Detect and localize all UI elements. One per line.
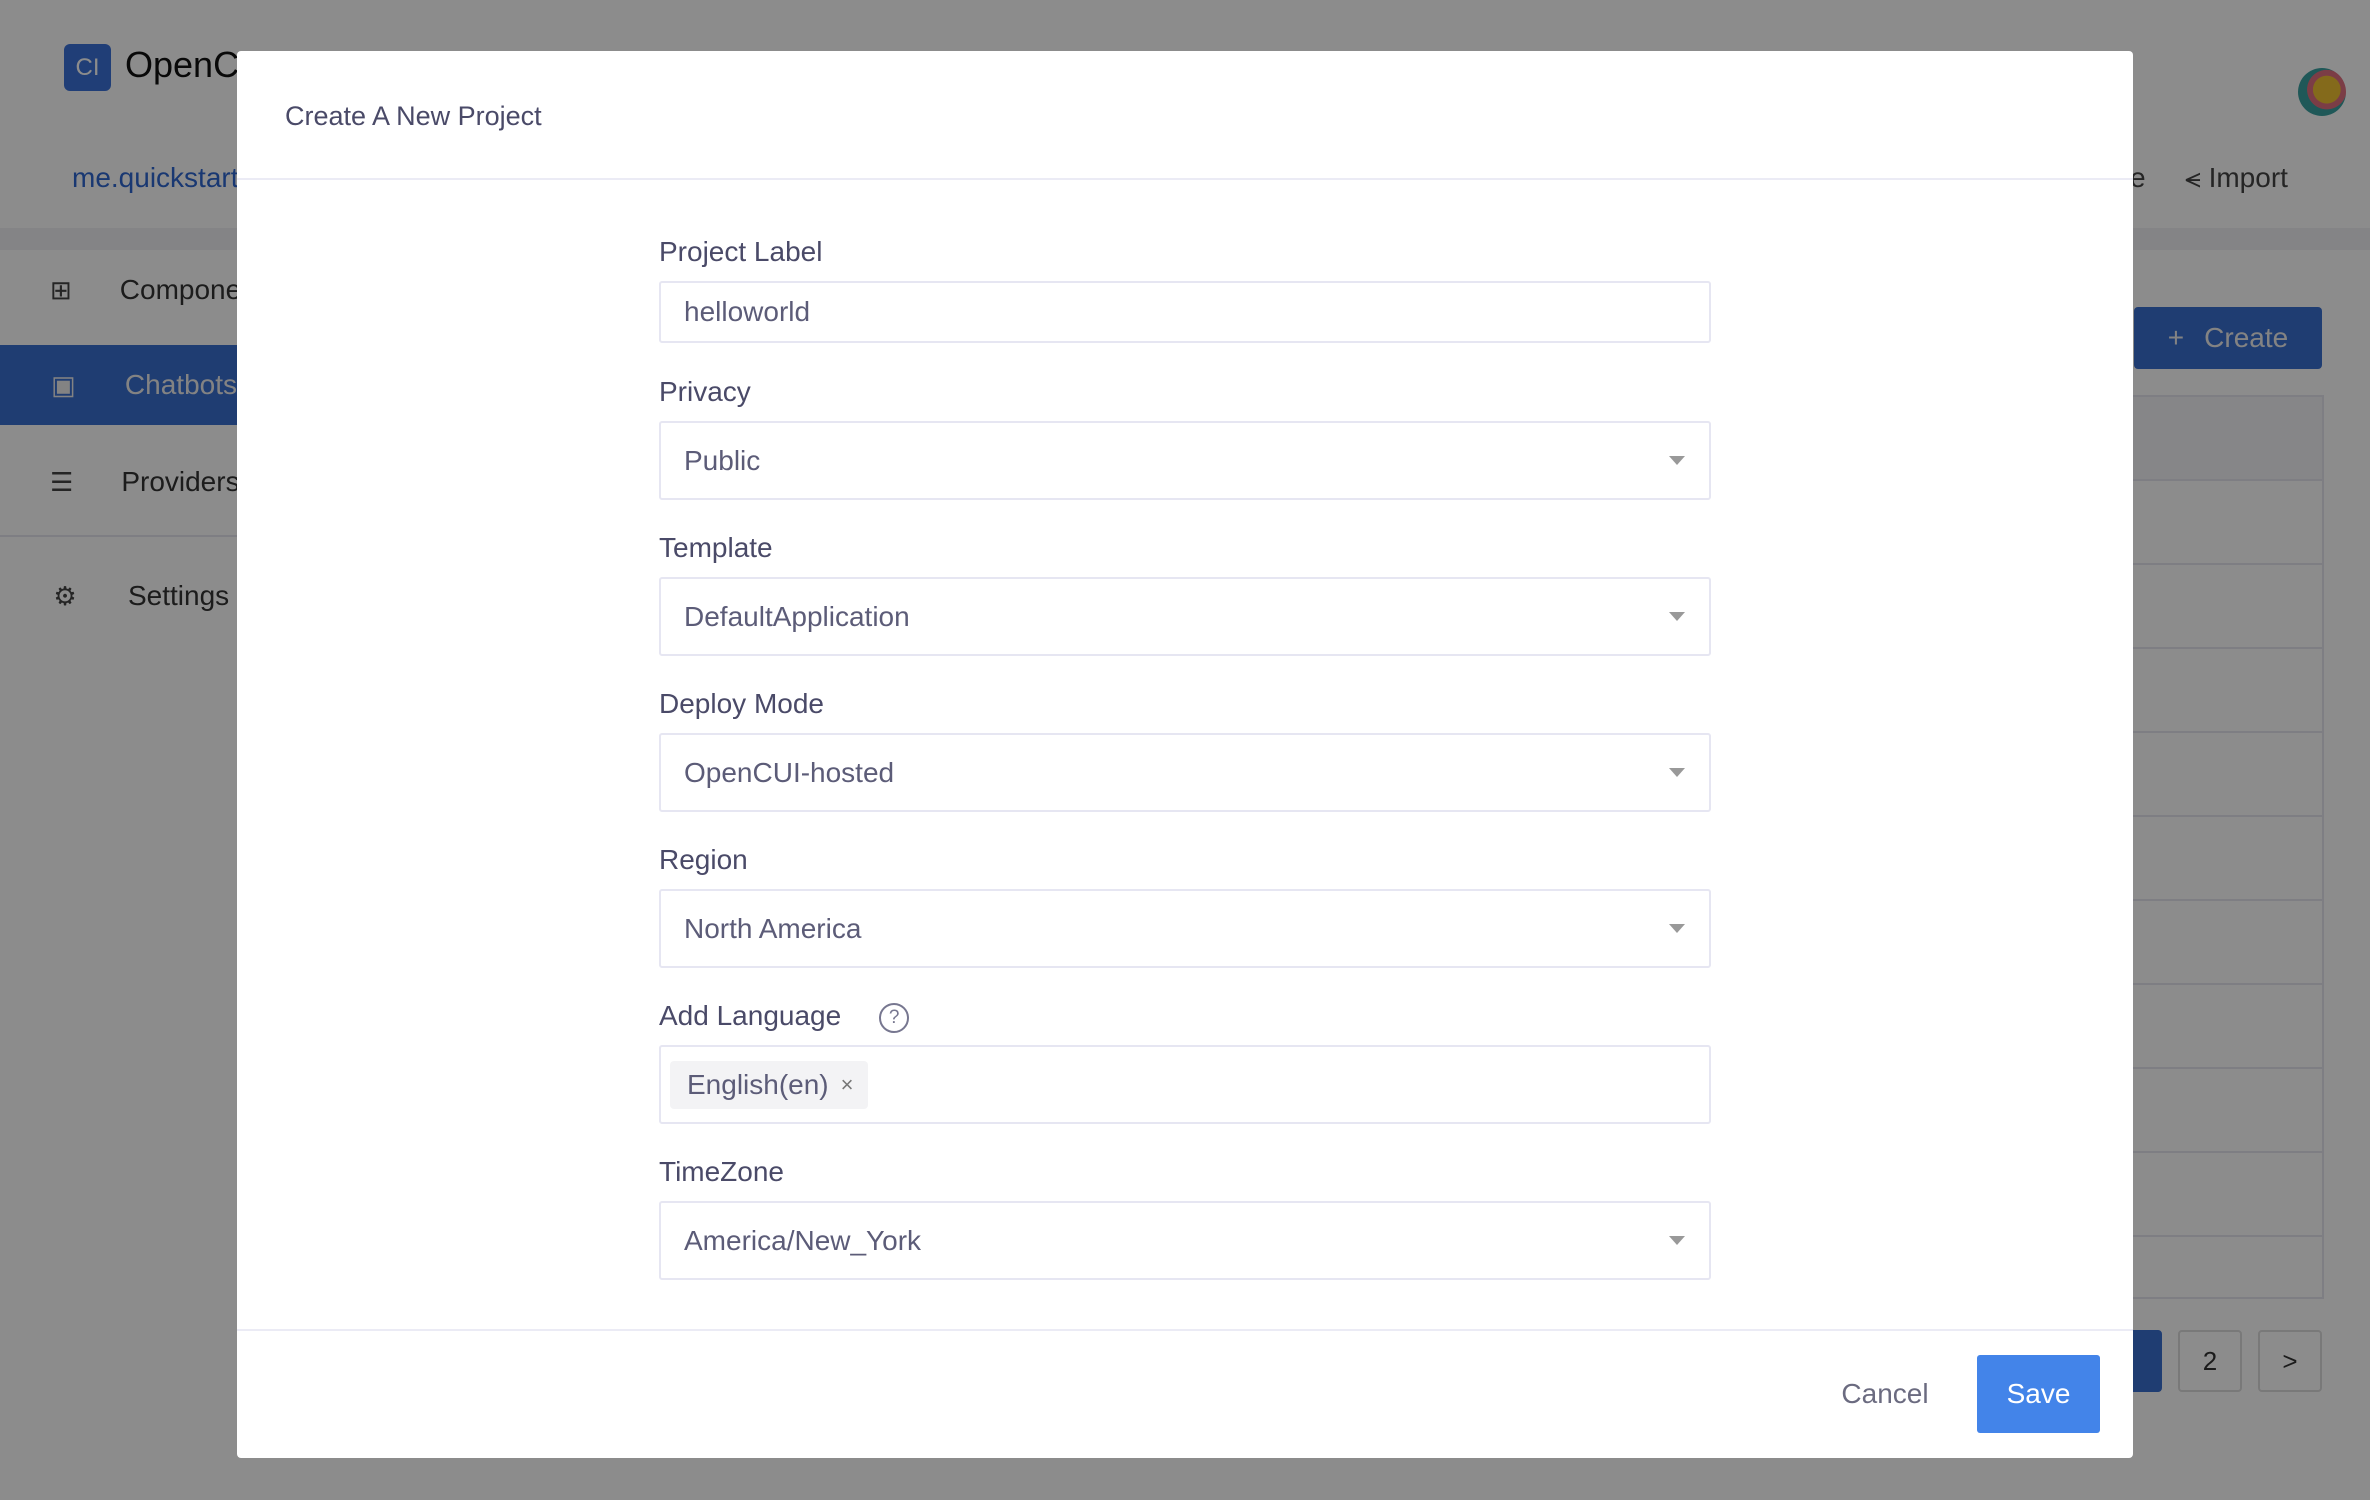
deploy-mode-value: OpenCUI-hosted xyxy=(684,756,895,788)
region-label: Region xyxy=(659,844,748,875)
timezone-select[interactable]: America/New_York xyxy=(659,1201,1711,1280)
language-multiselect[interactable]: English(en) × xyxy=(659,1045,1711,1124)
help-icon[interactable]: ? xyxy=(879,1002,910,1033)
timezone-label: TimeZone xyxy=(659,1156,785,1187)
region-value: North America xyxy=(684,912,862,944)
region-select[interactable]: North America xyxy=(659,889,1711,968)
header-divider xyxy=(237,178,2133,180)
template-select[interactable]: DefaultApplication xyxy=(659,577,1711,656)
deploy-mode-label: Deploy Mode xyxy=(659,688,824,719)
template-label: Template xyxy=(659,532,773,563)
deploy-mode-select[interactable]: OpenCUI-hosted xyxy=(659,733,1711,812)
chevron-down-icon xyxy=(1669,612,1685,621)
project-label-value: helloworld xyxy=(684,296,811,327)
save-button[interactable]: Save xyxy=(1977,1355,2100,1433)
create-project-dialog: Create A New Project Project Label hello… xyxy=(237,51,2133,1458)
timezone-value: America/New_York xyxy=(684,1224,922,1256)
privacy-value: Public xyxy=(684,444,761,476)
template-value: DefaultApplication xyxy=(684,600,910,632)
chevron-down-icon xyxy=(1669,768,1685,777)
close-icon[interactable]: × xyxy=(841,1072,854,1098)
project-label-input[interactable]: helloworld xyxy=(659,281,1711,343)
chevron-down-icon xyxy=(1669,456,1685,465)
add-language-label: Add Language? xyxy=(659,1000,910,1033)
project-label-label: Project Label xyxy=(659,236,823,267)
privacy-label: Privacy xyxy=(659,376,751,407)
privacy-select[interactable]: Public xyxy=(659,421,1711,500)
footer-divider xyxy=(237,1329,2133,1331)
language-tag: English(en) × xyxy=(670,1060,868,1109)
cancel-button[interactable]: Cancel xyxy=(1815,1355,1955,1433)
chevron-down-icon xyxy=(1669,924,1685,933)
dialog-title: Create A New Project xyxy=(285,101,542,131)
chevron-down-icon xyxy=(1669,1236,1685,1245)
language-tag-label: English(en) xyxy=(687,1068,829,1100)
add-language-text: Add Language xyxy=(659,1000,842,1031)
